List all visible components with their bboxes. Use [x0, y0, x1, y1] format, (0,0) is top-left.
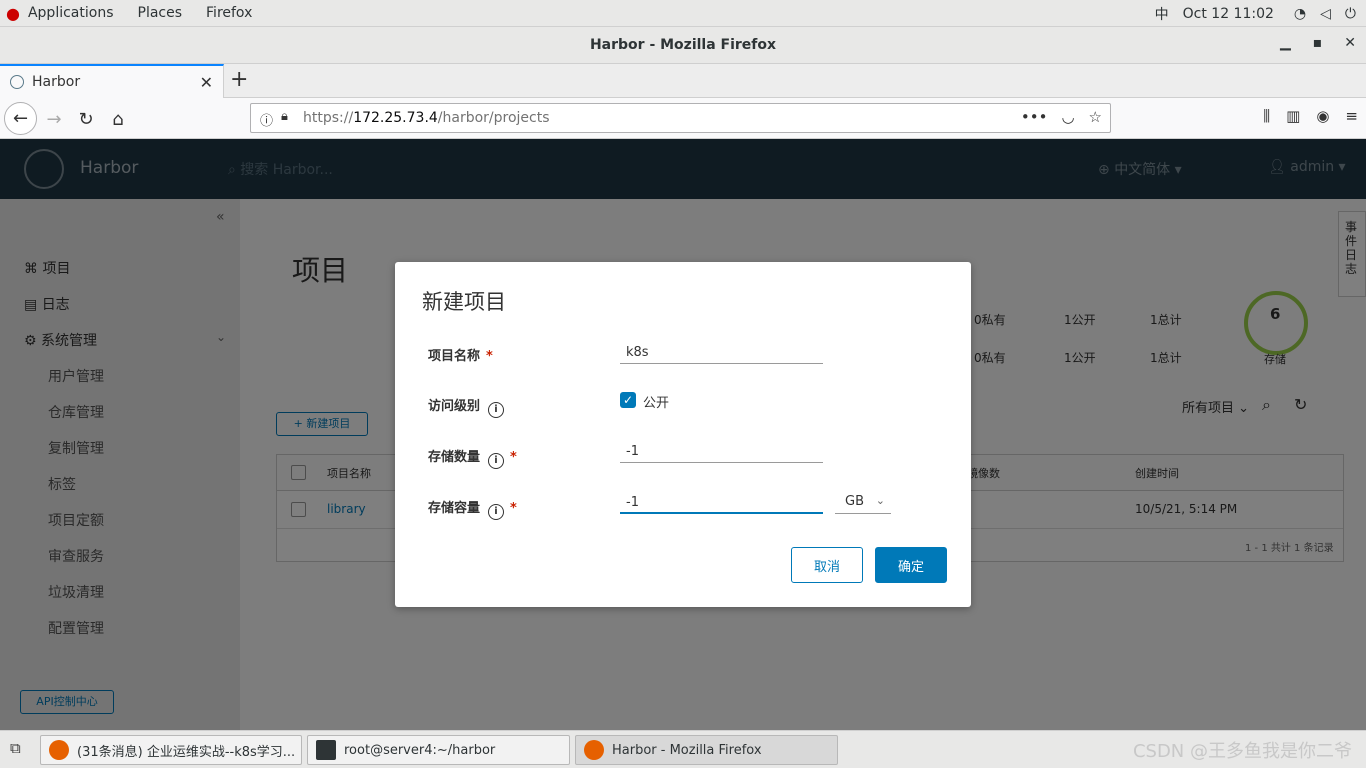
window-title-bar: Harbor - Mozilla Firefox ▁ ▪ ✕ [0, 27, 1366, 64]
tab-label: Harbor [32, 74, 81, 90]
account-icon[interactable]: ◉ [1316, 107, 1329, 125]
task-label: root@server4:~/harbor [344, 742, 496, 758]
url-scheme: https:// [303, 110, 354, 126]
input-method-indicator[interactable]: 中 [1155, 4, 1169, 24]
firefox-icon [584, 740, 604, 760]
cancel-button[interactable]: 取消 [791, 547, 863, 583]
unit-value: GB [845, 494, 864, 509]
required-marker: * [486, 349, 493, 364]
tab-harbor[interactable]: Harbor ✕ [0, 64, 224, 98]
required-marker: * [510, 501, 517, 516]
storage-unit-select[interactable]: GB ⌄ [835, 492, 891, 514]
csdn-watermark: CSDN @王多鱼我是你二爷 [1132, 741, 1352, 762]
storage-count-label-text: 存储数量 [428, 450, 481, 465]
page-actions-icon[interactable]: ••• [1021, 108, 1048, 126]
storage-capacity-label-text: 存储容量 [428, 501, 481, 516]
url-path: /harbor/projects [437, 110, 550, 126]
info-icon[interactable]: i [488, 402, 505, 418]
window-title: Harbor - Mozilla Firefox [589, 37, 777, 53]
task-label: Harbor - Mozilla Firefox [612, 742, 762, 758]
storage-capacity-input[interactable] [620, 492, 823, 514]
firefox-menu[interactable]: Firefox [206, 5, 252, 21]
new-project-dialog: 新建项目 项目名称* 访问级别i ✓ 公开 存储数量i* 存储容量i* GB⌄ … [395, 262, 971, 607]
reload-icon[interactable]: ↻ [72, 105, 100, 133]
tab-close-icon[interactable]: ✕ [200, 73, 213, 92]
places-menu[interactable]: Places [138, 5, 183, 21]
minimize-icon[interactable]: ▁ [1280, 35, 1291, 51]
project-name-input[interactable] [620, 342, 823, 364]
storage-capacity-label: 存储容量 i * [428, 497, 517, 520]
taskbar: ⧉ (31条消息) 企业运维实战--k8s学习... root@server4:… [0, 730, 1366, 768]
project-name-label-text: 项目名称 [428, 349, 481, 364]
chevron-down-icon: ⌄ [875, 494, 885, 507]
sidebar-toggle-icon[interactable]: ▥ [1286, 107, 1300, 125]
task-label: (31条消息) 企业运维实战--k8s学习... [77, 744, 296, 760]
pocket-icon[interactable]: ◡ [1061, 108, 1074, 126]
project-name-label: 项目名称 * [428, 345, 493, 364]
home-icon[interactable]: ⌂ [104, 105, 132, 133]
site-info-icon[interactable]: ⓘ [260, 110, 273, 129]
confirm-button[interactable]: 确定 [875, 547, 947, 583]
maximize-icon[interactable]: ▪ [1313, 35, 1323, 51]
terminal-icon [316, 740, 336, 760]
bookmark-star-icon[interactable]: ☆ [1089, 108, 1102, 126]
tab-strip: Harbor ✕ + [0, 64, 1366, 98]
url-bar[interactable]: ⓘ 🔒︎ https://172.25.73.4/harbor/projects… [250, 103, 1111, 133]
url-host: 172.25.73.4 [353, 110, 438, 126]
navigation-toolbar: ← → ↻ ⌂ ⓘ 🔒︎ https://172.25.73.4/harbor/… [0, 98, 1366, 139]
forward-arrow-icon[interactable]: → [40, 105, 68, 133]
info-icon[interactable]: i [488, 504, 505, 520]
lock-icon: 🔒︎ [281, 109, 288, 124]
task-harbor-firefox[interactable]: Harbor - Mozilla Firefox [575, 735, 838, 765]
harbor-favicon-icon [10, 75, 24, 89]
wifi-icon[interactable]: ◔ [1294, 6, 1306, 22]
public-checkbox-label[interactable]: 公开 [643, 392, 669, 411]
close-icon[interactable]: ✕ [1344, 35, 1356, 51]
show-desktop-icon[interactable]: ⧉ [10, 739, 21, 757]
new-tab-icon[interactable]: + [230, 67, 248, 92]
public-checkbox[interactable]: ✓ [620, 392, 636, 408]
power-icon[interactable]: ⏻ [1345, 6, 1356, 22]
back-arrow-icon[interactable]: ← [4, 102, 37, 135]
system-top-bar: ● Applications Places Firefox 中 Oct 12 1… [0, 0, 1366, 27]
applications-menu[interactable]: Applications [28, 5, 114, 21]
task-csdn-firefox[interactable]: (31条消息) 企业运维实战--k8s学习... [40, 735, 302, 765]
hamburger-menu-icon[interactable]: ≡ [1345, 107, 1358, 125]
access-level-label: 访问级别 i [428, 395, 505, 418]
firefox-icon [49, 740, 69, 760]
required-marker: * [510, 450, 517, 465]
volume-icon[interactable]: ◁ [1320, 6, 1331, 22]
dialog-title: 新建项目 [422, 290, 506, 314]
storage-count-label: 存储数量 i * [428, 446, 517, 469]
access-level-label-text: 访问级别 [428, 399, 481, 414]
clock[interactable]: Oct 12 11:02 [1183, 6, 1274, 22]
task-terminal[interactable]: root@server4:~/harbor [307, 735, 570, 765]
storage-count-input[interactable] [620, 441, 823, 463]
info-icon[interactable]: i [488, 453, 505, 469]
redhat-icon: ● [6, 3, 20, 23]
library-icon[interactable]: ⫼ [1263, 107, 1270, 125]
